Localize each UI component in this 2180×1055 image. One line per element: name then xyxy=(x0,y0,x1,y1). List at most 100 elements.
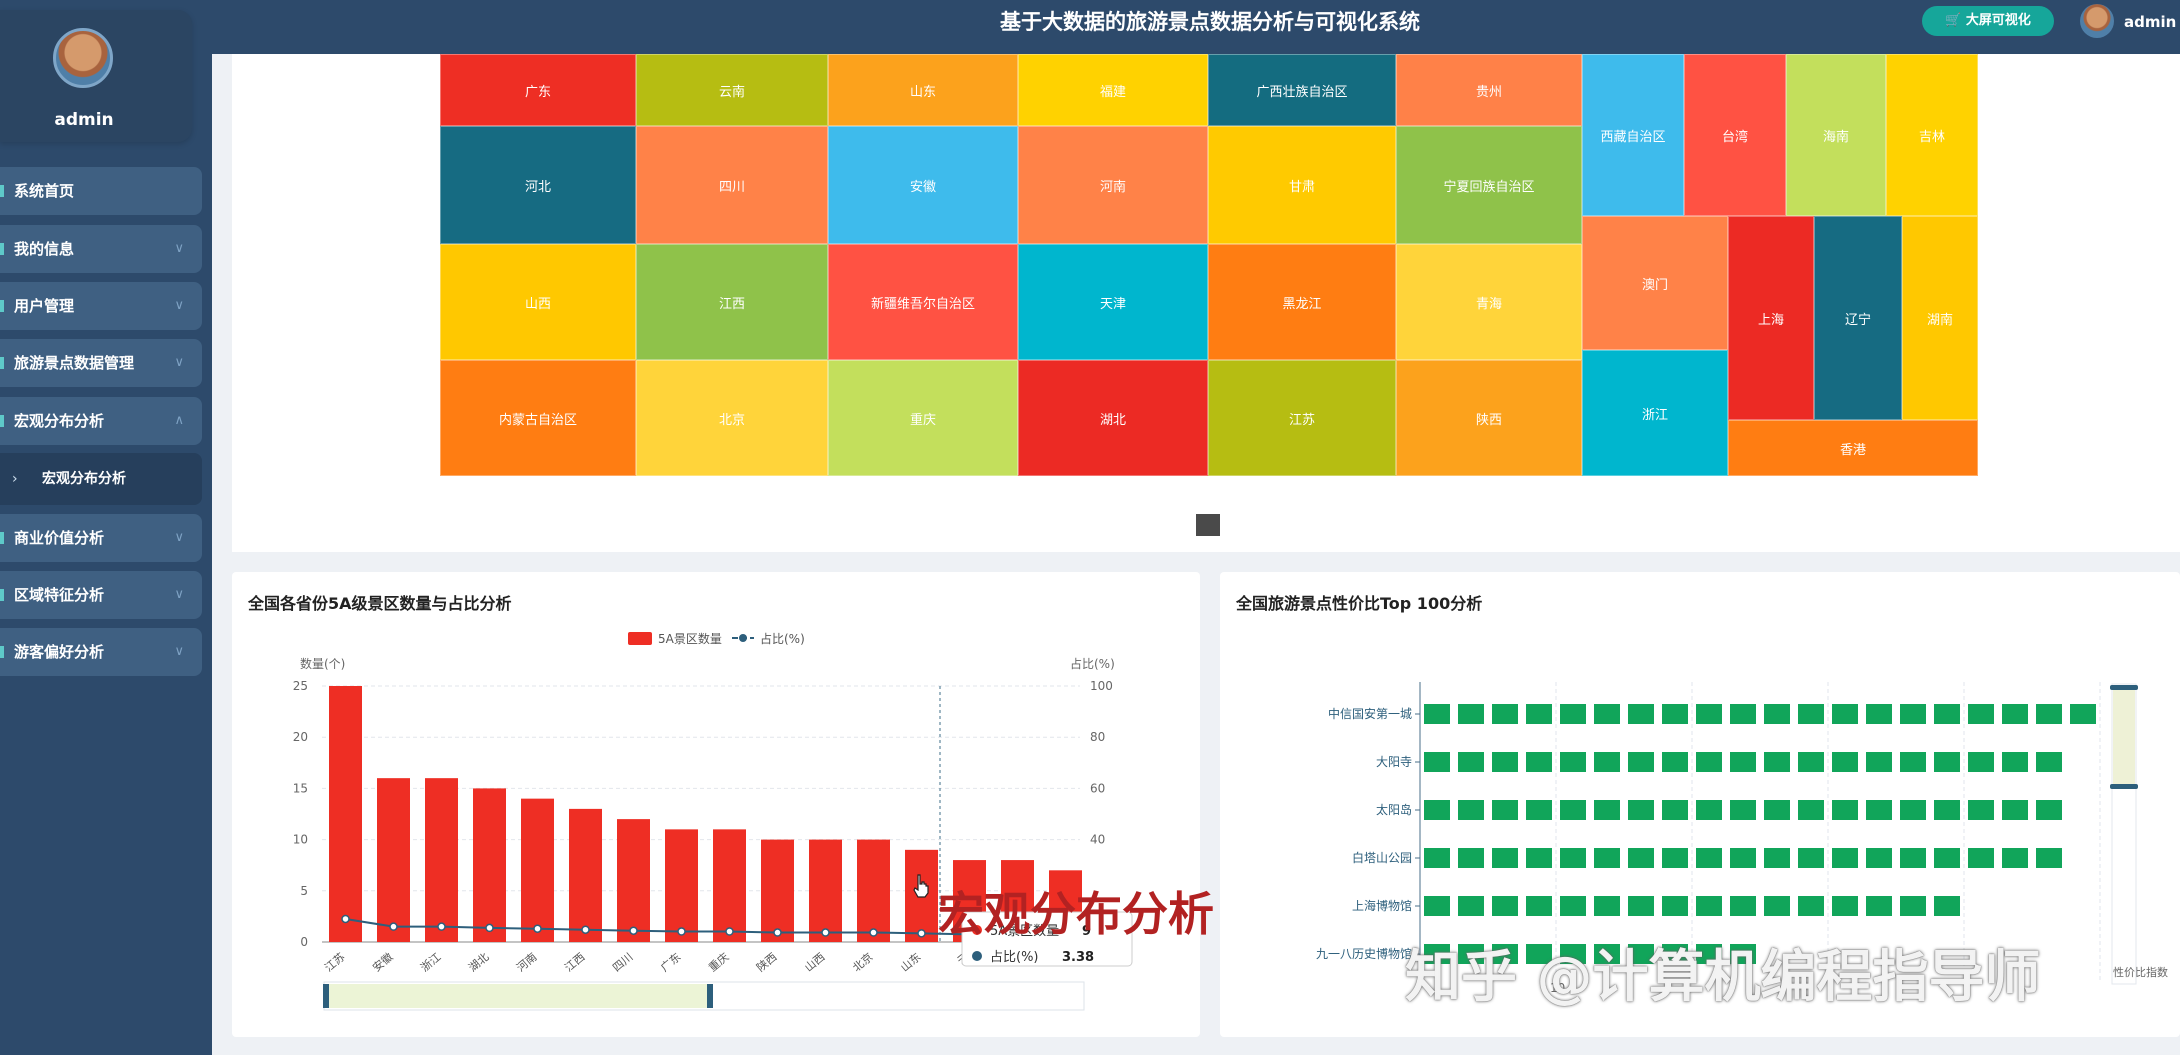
vzoom-handle-top[interactable] xyxy=(2110,685,2138,690)
line-point[interactable] xyxy=(773,928,782,937)
bar-segment[interactable] xyxy=(1934,848,1960,868)
sidebar-item-regional[interactable]: 区域特征分析 ∨ xyxy=(0,571,202,619)
treemap-cell[interactable]: 陕西 xyxy=(1396,360,1582,476)
bar[interactable] xyxy=(809,839,842,942)
bar-segment[interactable] xyxy=(1662,800,1688,820)
bar-segment[interactable] xyxy=(2002,704,2028,724)
line-point[interactable] xyxy=(485,923,494,933)
bar-segment[interactable] xyxy=(1934,704,1960,724)
bar-segment[interactable] xyxy=(1832,896,1858,916)
sidebar-item-home[interactable]: 系统首页 xyxy=(0,167,202,215)
bar-segment[interactable] xyxy=(2002,752,2028,772)
bar-segment[interactable] xyxy=(1968,704,1994,724)
line-point[interactable] xyxy=(821,928,830,937)
treemap-cell[interactable]: 黑龙江 xyxy=(1208,244,1396,360)
treemap-cell[interactable]: 青海 xyxy=(1396,244,1582,360)
bar-segment[interactable] xyxy=(1696,752,1722,772)
treemap-cell[interactable]: 安徽 xyxy=(828,126,1018,244)
zoom-window[interactable] xyxy=(326,984,710,1008)
treemap-cell[interactable]: 宁夏回族自治区 xyxy=(1396,126,1582,244)
bar-segment[interactable] xyxy=(1764,848,1790,868)
bar-segment[interactable] xyxy=(1424,752,1450,772)
bar-segment[interactable] xyxy=(1628,800,1654,820)
bar-segment[interactable] xyxy=(1730,752,1756,772)
province-treemap[interactable]: 广东 云南 山东 福建 广西壮族自治区 贵州 河北 四川 安徽 河南 甘肃 宁夏回族自治区 山西 江西 新疆… xyxy=(440,54,1978,476)
bar-segment[interactable] xyxy=(1526,800,1552,820)
bar-segment[interactable] xyxy=(1662,704,1688,724)
bar-segment[interactable] xyxy=(1730,800,1756,820)
sidebar-item-business-value[interactable]: 商业价值分析 ∨ xyxy=(0,514,202,562)
bar-segment[interactable] xyxy=(2036,752,2062,772)
bar-segment[interactable] xyxy=(1526,752,1552,772)
bar-segment[interactable] xyxy=(1594,896,1620,916)
bar-segment[interactable] xyxy=(2002,848,2028,868)
bar-segment[interactable] xyxy=(1934,752,1960,772)
bar-segment[interactable] xyxy=(1866,800,1892,820)
bar-segment[interactable] xyxy=(1492,800,1518,820)
treemap-cell[interactable]: 山西 xyxy=(440,244,636,360)
treemap-cell[interactable]: 江苏 xyxy=(1208,360,1396,476)
treemap-cell[interactable]: 云南 xyxy=(636,54,828,126)
data-zoom-slider[interactable] xyxy=(323,981,1085,1011)
treemap-cell[interactable]: 四川 xyxy=(636,126,828,244)
line-point[interactable] xyxy=(341,914,350,924)
treemap-cell[interactable]: 上海 xyxy=(1728,216,1814,420)
bar-segment[interactable] xyxy=(1798,752,1824,772)
bar-segment[interactable] xyxy=(1764,704,1790,724)
bar-segment[interactable] xyxy=(1424,848,1450,868)
line-point[interactable] xyxy=(917,929,926,938)
treemap-cell[interactable]: 重庆 xyxy=(828,360,1018,476)
bar-segment[interactable] xyxy=(1866,704,1892,724)
vzoom-handle-bottom[interactable] xyxy=(2110,784,2138,789)
treemap-cell[interactable]: 江西 xyxy=(636,244,828,360)
treemap-cell[interactable]: 甘肃 xyxy=(1208,126,1396,244)
bar-segment[interactable] xyxy=(1900,800,1926,820)
bar-segment[interactable] xyxy=(1832,704,1858,724)
bar-segment[interactable] xyxy=(1798,848,1824,868)
bar-segment[interactable] xyxy=(1798,800,1824,820)
treemap-cell[interactable]: 浙江 xyxy=(1582,350,1728,476)
sidebar-item-macro-analysis[interactable]: 宏观分布分析 ∧ xyxy=(0,397,202,445)
bar-segment[interactable] xyxy=(1560,800,1586,820)
bar-segment[interactable] xyxy=(1832,848,1858,868)
bar-segment[interactable] xyxy=(1798,704,1824,724)
bar-segment[interactable] xyxy=(2036,704,2062,724)
bar-segment[interactable] xyxy=(1866,752,1892,772)
line-point[interactable] xyxy=(725,927,734,936)
bar-segment[interactable] xyxy=(1458,896,1484,916)
bar[interactable] xyxy=(713,829,746,942)
bar-segment[interactable] xyxy=(1458,800,1484,820)
treemap-cell[interactable]: 香港 xyxy=(1728,420,1978,476)
bar-segment[interactable] xyxy=(1968,800,1994,820)
bar-segment[interactable] xyxy=(1628,896,1654,916)
treemap-cell[interactable]: 山东 xyxy=(828,54,1018,126)
bar-segment[interactable] xyxy=(1458,704,1484,724)
bar-segment[interactable] xyxy=(1832,752,1858,772)
treemap-cell[interactable]: 福建 xyxy=(1018,54,1208,126)
bar-segment[interactable] xyxy=(2036,800,2062,820)
bar[interactable] xyxy=(857,839,890,942)
line-point[interactable] xyxy=(677,927,686,936)
bar[interactable] xyxy=(665,829,698,942)
bar-segment[interactable] xyxy=(1968,848,1994,868)
bar-segment[interactable] xyxy=(1424,800,1450,820)
bar-segment[interactable] xyxy=(1730,704,1756,724)
legend[interactable]: 5A景区数量 占比(%) xyxy=(628,631,805,646)
bar-segment[interactable] xyxy=(1662,752,1688,772)
bar-segment[interactable] xyxy=(1594,704,1620,724)
treemap-cell[interactable]: 西藏自治区 xyxy=(1582,54,1684,216)
bar-segment[interactable] xyxy=(1798,896,1824,916)
bar[interactable] xyxy=(761,839,794,942)
treemap-cell[interactable]: 辽宁 xyxy=(1814,216,1902,420)
bar-segment[interactable] xyxy=(1696,704,1722,724)
bar-segment[interactable] xyxy=(1730,896,1756,916)
bar-segment[interactable] xyxy=(1628,704,1654,724)
vertical-zoom-slider[interactable] xyxy=(2110,683,2138,985)
bar-segment[interactable] xyxy=(1866,848,1892,868)
bar-segment[interactable] xyxy=(1594,752,1620,772)
line-point[interactable] xyxy=(389,922,398,931)
bar-segment[interactable] xyxy=(1492,752,1518,772)
bar-segment[interactable] xyxy=(1560,704,1586,724)
bar-segment[interactable] xyxy=(1526,848,1552,868)
bar-segment[interactable] xyxy=(1662,848,1688,868)
